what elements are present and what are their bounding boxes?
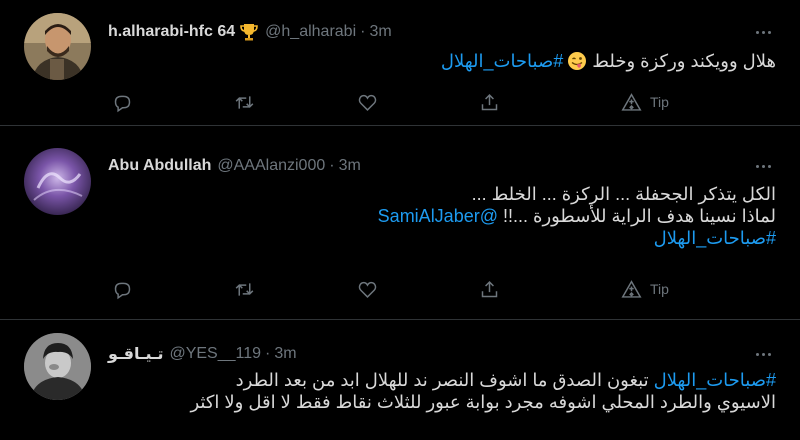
hashtag-link[interactable]: #صباحات_الهلال <box>654 228 776 248</box>
avatar[interactable] <box>24 148 91 215</box>
tweet-text-segment: لماذا نسينا هدف الراية للأسطورة ...!! <box>498 206 776 226</box>
like-button[interactable] <box>357 277 378 301</box>
tweet[interactable]: تـيـاقـو @YES__119 · 3m #صباحات_الهلال ت… <box>0 320 800 440</box>
more-options-icon[interactable] <box>750 23 776 41</box>
tweet-line: هلال وويكند وركزة وخلط #صباحات_الهلال <box>108 50 776 72</box>
tweet[interactable]: Abu Abdullah @AAAlanzi000 · 3m الكل يتذك… <box>0 126 800 320</box>
reply-icon <box>114 95 131 112</box>
display-name[interactable]: h.alharabi-hfc 64 <box>108 23 235 41</box>
tip-icon <box>621 92 642 111</box>
tip-button[interactable]: Tip <box>621 90 669 114</box>
user-handle[interactable]: @YES__119 <box>169 345 261 363</box>
retweet-icon <box>235 95 254 109</box>
like-icon <box>358 281 377 298</box>
tweet-feed: h.alharabi-hfc 64 @h_alharabi · 3m هلال … <box>0 0 800 431</box>
share-icon <box>481 93 498 110</box>
tweet-header: تـيـاقـو @YES__119 · 3m <box>108 342 297 366</box>
like-button[interactable] <box>357 90 378 114</box>
reply-icon <box>114 282 131 299</box>
share-icon <box>481 280 498 297</box>
timestamp[interactable]: 3m <box>369 23 391 41</box>
like-icon <box>358 94 377 111</box>
hashtag-link[interactable]: #صباحات_الهلال <box>654 370 776 390</box>
timestamp[interactable]: 3m <box>339 157 361 175</box>
display-name[interactable]: Abu Abdullah <box>108 157 211 175</box>
mention-link[interactable]: @SamiAlJaber <box>378 206 498 226</box>
tweet-line: #صباحات_الهلال تبغون الصدق ما اشوف النصر… <box>108 369 776 391</box>
tweet-text: الكل يتذكر الجحفلة ... الركزة ... الخلط … <box>108 183 776 249</box>
tweet-line: الاسيوي والطرد المحلي اشوفه مجرد بوابة ع… <box>108 391 776 413</box>
tweet-text: #صباحات_الهلال تبغون الصدق ما اشوف النصر… <box>108 369 776 413</box>
avatar[interactable] <box>24 13 91 80</box>
retweet-icon <box>235 282 254 296</box>
separator-dot: · <box>360 23 366 40</box>
tweet-text-segment: تبغون الصدق ما اشوف النصر ند للهلال ابد … <box>235 370 654 390</box>
separator-dot: · <box>265 345 271 362</box>
separator-dot: · <box>329 157 335 174</box>
tweet-actions: Tip <box>108 277 678 301</box>
tweet-header: h.alharabi-hfc 64 @h_alharabi · 3m <box>108 20 392 44</box>
more-options-icon[interactable] <box>750 345 776 363</box>
share-button[interactable] <box>479 90 500 114</box>
avatar[interactable] <box>24 333 91 400</box>
reply-button[interactable] <box>112 277 133 301</box>
display-name[interactable]: تـيـاقـو <box>108 344 163 364</box>
tweet-text-segment: الكل يتذكر الجحفلة ... الركزة ... الخلط … <box>471 184 776 204</box>
retweet-button[interactable] <box>234 90 255 114</box>
trophy-icon <box>239 22 259 42</box>
timestamp[interactable]: 3m <box>274 345 296 363</box>
user-handle[interactable]: @h_alharabi <box>265 23 356 41</box>
retweet-button[interactable] <box>234 277 255 301</box>
tip-icon <box>621 279 642 298</box>
reply-button[interactable] <box>112 90 133 114</box>
tweet-line: لماذا نسينا هدف الراية للأسطورة ...!! @S… <box>108 205 776 227</box>
tweet-text-segment: هلال وويكند وركزة وخلط <box>587 51 776 71</box>
more-options-icon[interactable] <box>750 157 776 175</box>
hashtag-link[interactable]: #صباحات_الهلال <box>441 51 563 71</box>
tweet-text: هلال وويكند وركزة وخلط #صباحات_الهلال <box>108 50 776 72</box>
tweet-header: Abu Abdullah @AAAlanzi000 · 3m <box>108 154 361 178</box>
tweet-actions: Tip <box>108 90 678 114</box>
tweet[interactable]: h.alharabi-hfc 64 @h_alharabi · 3m هلال … <box>0 0 800 126</box>
share-button[interactable] <box>479 277 500 301</box>
tip-button[interactable]: Tip <box>621 277 669 301</box>
tweet-line: الكل يتذكر الجحفلة ... الركزة ... الخلط … <box>108 183 776 205</box>
user-handle[interactable]: @AAAlanzi000 <box>217 157 325 175</box>
tweet-line: #صباحات_الهلال <box>108 227 776 249</box>
tip-label: Tip <box>650 94 669 110</box>
tweet-text-segment: الاسيوي والطرد المحلي اشوفه مجرد بوابة ع… <box>190 392 776 412</box>
winking-tongue-emoji-icon <box>567 51 587 71</box>
tip-label: Tip <box>650 281 669 297</box>
